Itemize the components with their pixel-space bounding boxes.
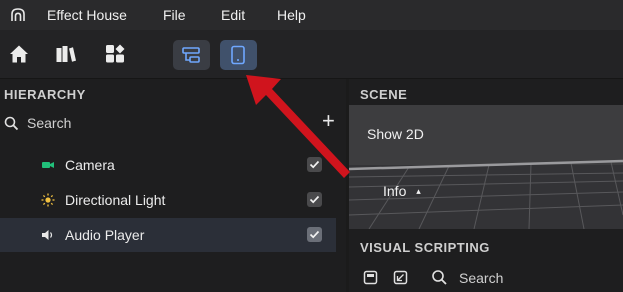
hierarchy-panel: HIERARCHY Search + Camera Directional Li… [0, 79, 346, 292]
checkmark-icon [309, 195, 320, 204]
hierarchy-item-directional-light[interactable]: Directional Light [0, 183, 336, 217]
mobile-preview-button[interactable] [220, 40, 257, 70]
speaker-icon [42, 230, 53, 240]
visibility-checkbox[interactable] [307, 227, 322, 242]
visibility-checkbox[interactable] [307, 157, 322, 172]
checkmark-icon [309, 160, 320, 169]
menu-help[interactable]: Help [277, 7, 306, 23]
scene-viewport[interactable]: Show 2D Info ▴ [349, 105, 623, 229]
hierarchy-item-label: Camera [65, 157, 115, 173]
effect-house-logo-icon[interactable] [10, 7, 26, 23]
hierarchy-item-label: Directional Light [65, 192, 166, 208]
toolbar [0, 30, 623, 79]
hierarchy-search-label: Search [27, 115, 72, 131]
info-label: Info [383, 183, 407, 199]
library-icon[interactable] [55, 43, 77, 65]
camera-icon [42, 162, 54, 168]
hierarchy-title: HIERARCHY [4, 87, 86, 102]
scene-title: SCENE [360, 87, 408, 102]
light-icon [41, 193, 55, 207]
assets-icon[interactable] [104, 43, 126, 65]
add-object-button[interactable]: + [322, 110, 335, 132]
menu-bar: Effect House File Edit Help [0, 0, 623, 30]
caret-up-icon: ▴ [416, 186, 421, 196]
app-name: Effect House [47, 7, 127, 23]
home-icon[interactable] [8, 43, 30, 65]
info-dropdown[interactable]: Info ▴ [383, 183, 421, 199]
scene-grid [349, 159, 623, 229]
menu-file[interactable]: File [163, 7, 186, 23]
mobile-preview-icon [231, 45, 245, 65]
search-icon [4, 116, 19, 131]
show-2d-toggle[interactable]: Show 2D [367, 126, 424, 142]
hierarchy-item-audio-player[interactable]: Audio Player [0, 218, 336, 252]
layout-toggle-icon [182, 47, 200, 63]
visual-scripting-title: VISUAL SCRIPTING [360, 240, 490, 255]
layout-toggle-button[interactable] [173, 40, 210, 70]
hierarchy-item-label: Audio Player [65, 227, 145, 243]
frame-icon[interactable] [363, 270, 378, 285]
checkmark-icon [309, 230, 320, 239]
menu-edit[interactable]: Edit [221, 7, 245, 23]
scene-panel: SCENE Show 2D Info ▴ VISUAL SCRIPTING Se… [349, 79, 623, 292]
hierarchy-search[interactable]: Search + [0, 109, 346, 137]
visual-scripting-search[interactable]: Search [459, 270, 503, 286]
hierarchy-item-camera[interactable]: Camera [0, 148, 336, 182]
node-icon[interactable] [393, 270, 408, 285]
search-icon [432, 270, 447, 285]
visual-scripting-toolbar: Search [349, 267, 623, 292]
visibility-checkbox[interactable] [307, 192, 322, 207]
